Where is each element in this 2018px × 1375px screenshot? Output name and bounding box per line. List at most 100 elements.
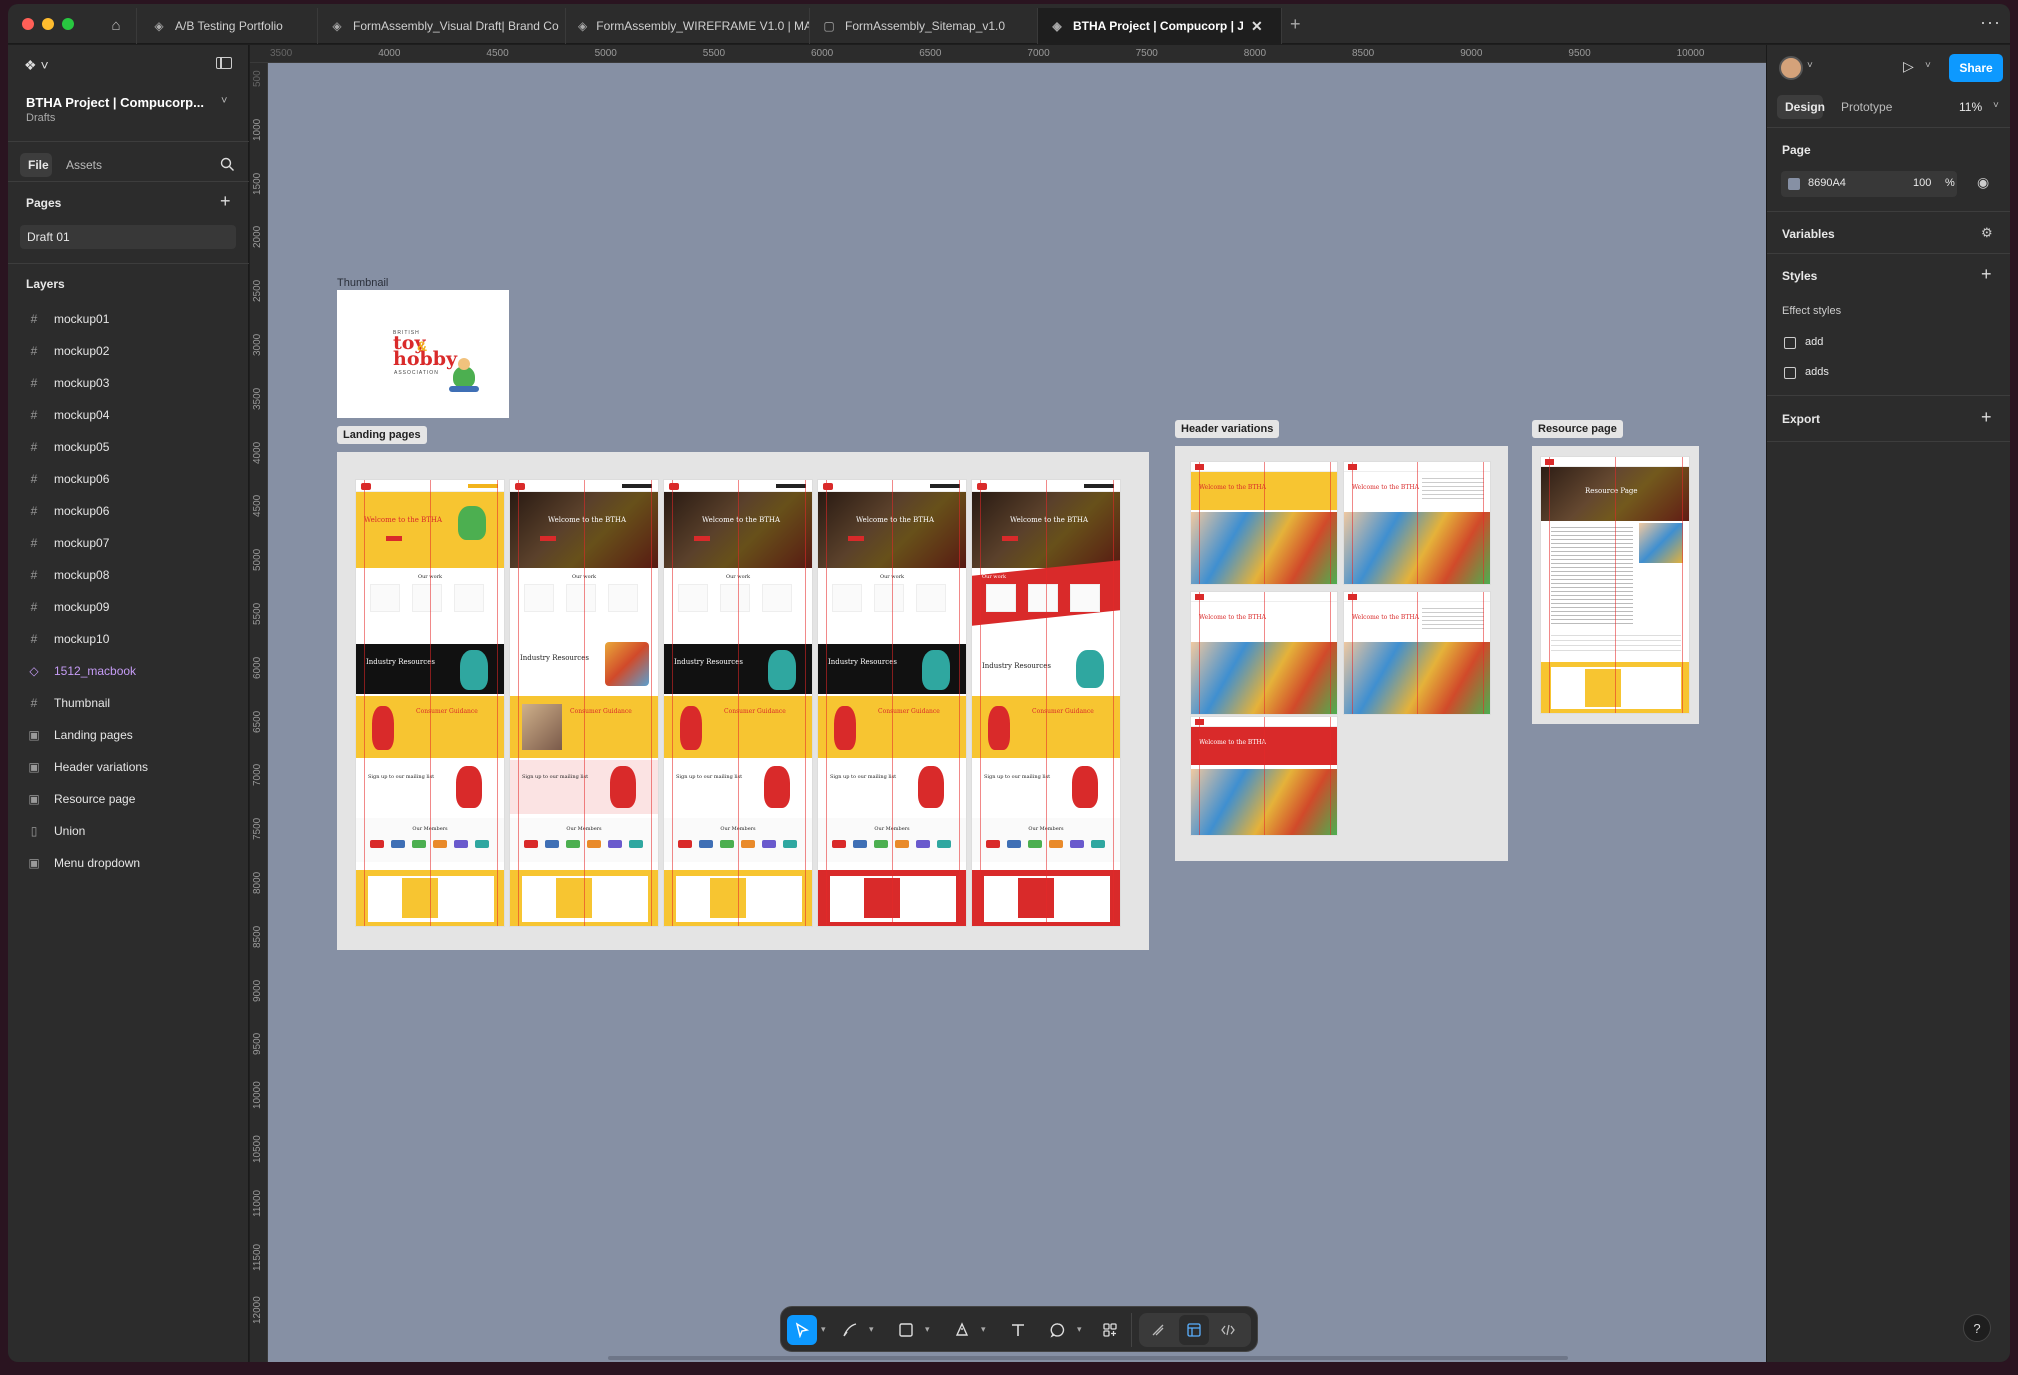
minimize-window-button[interactable] — [42, 18, 54, 30]
header-variation-frame[interactable]: Welcome to the BTHA — [1343, 591, 1491, 715]
mockup-frame[interactable]: Welcome to the BTHA Our work Industry Reso… — [817, 479, 967, 927]
tab-assets[interactable]: Assets — [66, 158, 102, 172]
chevron-down-icon[interactable]: ▾ — [1077, 1324, 1082, 1335]
layer-item[interactable]: # mockup03 — [24, 369, 234, 397]
section-landing-pages[interactable]: Welcome to the BTHA Our work Industry Reso… — [337, 452, 1149, 950]
tab-btha-project[interactable]: ◈ BTHA Project | Compucorp | Jam ✕ — [1038, 8, 1282, 44]
section-label-header[interactable]: Header variations — [1175, 420, 1280, 438]
close-tab-icon[interactable]: ✕ — [1251, 18, 1263, 35]
section-heading: Consumer Guidance — [1032, 708, 1094, 715]
maximize-window-button[interactable] — [62, 18, 74, 30]
layer-item[interactable]: ▣ Resource page — [24, 785, 234, 813]
search-icon[interactable] — [220, 157, 235, 172]
header-variation-frame[interactable]: Welcome to the BTHA — [1190, 716, 1338, 836]
more-icon[interactable]: ··· — [1980, 12, 2001, 33]
text-tool-icon[interactable] — [1003, 1315, 1033, 1345]
layer-item[interactable]: ▯ Union — [24, 817, 234, 845]
chevron-down-icon[interactable]: ▾ — [925, 1324, 930, 1335]
thumbnail-label[interactable]: Thumbnail — [337, 277, 388, 289]
layer-item[interactable]: ▣ Header variations — [24, 753, 234, 781]
tab-design[interactable]: Design — [1785, 100, 1825, 114]
layer-item[interactable]: # mockup09 — [24, 593, 234, 621]
header-variation-frame[interactable]: Welcome to the BTHA — [1190, 591, 1338, 715]
layer-item[interactable]: ▣ Landing pages — [24, 721, 234, 749]
mockup-frame[interactable]: Welcome to the BTHA Our work Industry Reso… — [509, 479, 659, 927]
tab-formassembly-wireframe[interactable]: ◈ FormAssembly_WIREFRAME V1.0 | MA — [566, 8, 810, 44]
actions-tool-icon[interactable] — [1095, 1315, 1125, 1345]
dev-layout-icon[interactable] — [1179, 1315, 1209, 1345]
play-icon[interactable]: ▷ — [1903, 58, 1914, 75]
add-style-icon[interactable]: + — [1981, 264, 1992, 285]
layer-item[interactable]: # mockup05 — [24, 433, 234, 461]
mockup-frame[interactable]: Welcome to the BTHA Our work Industry Reso… — [971, 479, 1121, 927]
chevron-down-icon[interactable]: ˅ — [1993, 100, 1999, 111]
file-name[interactable]: BTHA Project | Compucorp... — [26, 95, 204, 110]
layer-item[interactable]: # mockup06 — [24, 497, 234, 525]
close-window-button[interactable] — [22, 18, 34, 30]
color-swatch[interactable] — [1788, 178, 1800, 190]
home-icon[interactable]: ⌂ — [100, 10, 132, 40]
chevron-down-icon[interactable]: ˅ — [1925, 60, 1931, 71]
member-logo — [853, 840, 867, 848]
variables-settings-icon[interactable]: ⚙ — [1981, 225, 1993, 241]
layer-item[interactable]: # mockup02 — [24, 337, 234, 365]
eye-icon[interactable]: ◉ — [1977, 174, 1989, 191]
avatar[interactable] — [1779, 56, 1803, 80]
section-resource-page[interactable]: Resource Page — [1532, 446, 1699, 724]
tab-prototype[interactable]: Prototype — [1841, 100, 1892, 114]
member-logo — [1070, 840, 1084, 848]
help-button[interactable]: ? — [1963, 1314, 1991, 1342]
thumbnail-frame[interactable]: BRITISH toy & hobby ASSOCIATION — [337, 290, 509, 418]
effect-style-add[interactable]: add — [1805, 336, 1823, 348]
layer-item[interactable]: ▣ Menu dropdown — [24, 849, 234, 877]
tab-file[interactable]: File — [28, 158, 49, 172]
layer-item[interactable]: # mockup08 — [24, 561, 234, 589]
ruler-tick-label: 7000 — [252, 764, 263, 787]
chevron-down-icon[interactable]: ▾ — [869, 1324, 874, 1335]
header-variation-frame[interactable]: Welcome to the BTHA — [1343, 461, 1491, 585]
layer-item[interactable]: # mockup07 — [24, 529, 234, 557]
nav-cta — [468, 484, 498, 488]
logo-icon — [823, 483, 833, 490]
figma-menu-icon[interactable]: ❖ ˅ — [24, 57, 49, 74]
chevron-down-icon[interactable]: ▾ — [821, 1324, 826, 1335]
move-tool-icon[interactable] — [787, 1315, 817, 1345]
zoom-level[interactable]: 11% — [1959, 100, 1982, 114]
mockup-frame[interactable]: Welcome to the BTHA Our work Industry Reso… — [663, 479, 813, 927]
toggle-sidebar-icon[interactable] — [216, 57, 232, 69]
frame-tool-icon[interactable] — [891, 1315, 921, 1345]
layer-item[interactable]: # mockup04 — [24, 401, 234, 429]
mockup-frame[interactable]: Welcome to the BTHA Our work Industry Reso… — [355, 479, 505, 927]
chevron-down-icon[interactable]: ˅ — [1807, 60, 1813, 71]
layer-item[interactable]: # mockup10 — [24, 625, 234, 653]
resource-page-frame[interactable]: Resource Page — [1540, 456, 1690, 714]
page-item-draft01[interactable]: Draft 01 — [20, 225, 236, 249]
add-export-icon[interactable]: + — [1981, 407, 1992, 428]
add-page-icon[interactable]: + — [220, 191, 231, 212]
draw-tool-icon[interactable] — [835, 1315, 865, 1345]
tab-ab-testing[interactable]: ◈ A/B Testing Portfolio — [140, 8, 318, 44]
layer-item[interactable]: ◇ 1512_macbook — [24, 657, 234, 685]
layer-item[interactable]: # Thumbnail — [24, 689, 234, 717]
effect-style-adds[interactable]: adds — [1805, 366, 1829, 378]
canvas[interactable]: Thumbnail BRITISH toy & hobby ASSOCIATIO… — [268, 63, 1766, 1362]
share-button[interactable]: Share — [1949, 54, 2003, 82]
section-label-landing[interactable]: Landing pages — [337, 426, 427, 444]
layer-item[interactable]: # mockup01 — [24, 305, 234, 333]
section-label-resource[interactable]: Resource page — [1532, 420, 1623, 438]
tab-formassembly-visual[interactable]: ◈ FormAssembly_Visual Draft| Brand Co — [318, 8, 566, 44]
pen-tool-icon[interactable] — [947, 1315, 977, 1345]
comment-tool-icon[interactable] — [1043, 1315, 1073, 1345]
layout-guide — [826, 480, 827, 926]
chevron-down-icon[interactable]: ▾ — [981, 1324, 986, 1335]
chevron-down-icon[interactable]: ˅ — [221, 95, 227, 107]
tab-formassembly-sitemap[interactable]: ▢ FormAssembly_Sitemap_v1.0 — [810, 8, 1038, 44]
section-header-variations[interactable]: Welcome to the BTHA Welcome to the BTHA We… — [1175, 446, 1508, 861]
dev-code-icon[interactable] — [1213, 1315, 1243, 1345]
page-color-field[interactable]: 8690A4 100 % — [1781, 171, 1957, 197]
new-tab-icon[interactable]: + — [1290, 14, 1301, 35]
header-variation-frame[interactable]: Welcome to the BTHA — [1190, 461, 1338, 585]
layer-item[interactable]: # mockup06 — [24, 465, 234, 493]
dev-draw-icon[interactable] — [1143, 1315, 1173, 1345]
horizontal-scrollbar[interactable] — [608, 1356, 1568, 1360]
